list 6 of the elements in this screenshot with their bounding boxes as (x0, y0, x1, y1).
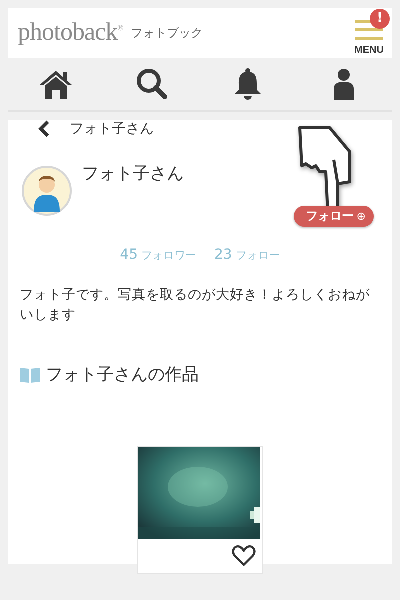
notification-badge: ! (370, 8, 390, 28)
section-heading: フォト子さんの作品 (46, 364, 199, 386)
logo-subtitle: フォトブック (131, 24, 204, 42)
page-title: フォト子さん (70, 120, 154, 138)
profile-bio: フォト子です。写真を取るのが大好き！よろしくおねがいします (20, 286, 371, 325)
profile-name: フォト子さん (82, 163, 184, 185)
